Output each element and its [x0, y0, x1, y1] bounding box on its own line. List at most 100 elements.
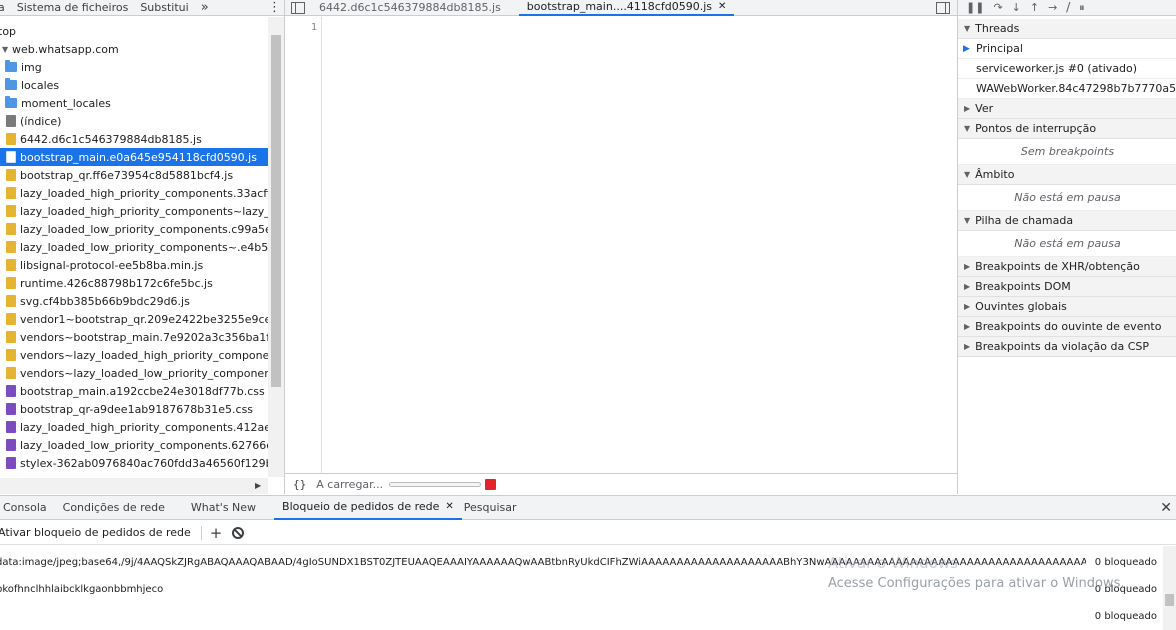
- scroll-right-icon[interactable]: ▶: [255, 481, 261, 490]
- toggle-navigator-icon[interactable]: [291, 1, 305, 14]
- tab-filesystem[interactable]: Sistema de ficheiros: [11, 1, 135, 14]
- more-tabs-icon[interactable]: »: [195, 0, 215, 15]
- pattern-scrollbar[interactable]: [1163, 546, 1176, 630]
- line-number: 1: [310, 22, 317, 33]
- tree-item-file[interactable]: bootstrap_qr-a9dee1ab9187678b31e5.css: [0, 400, 268, 418]
- chevron-down-icon: ▼: [964, 216, 971, 225]
- editor-tab[interactable]: 6442.d6c1c546379884db8185.js: [311, 0, 509, 16]
- tree-item-file[interactable]: stylex-362ab0976840ac760fdd3a46560f129b.…: [0, 454, 268, 472]
- tree-item-label: lazy_loaded_high_priority_components~laz…: [20, 204, 268, 218]
- tree-item-file[interactable]: bootstrap_main.e0a645e954118cfd0590.js: [0, 148, 268, 166]
- tree-item-file[interactable]: runtime.426c88798b172c6fe5bc.js: [0, 274, 268, 292]
- section-title: Breakpoints DOM: [975, 280, 1071, 293]
- tab-console[interactable]: Consola: [3, 496, 55, 520]
- tree-item-top[interactable]: top: [0, 22, 268, 40]
- tree-item-file[interactable]: vendor1~bootstrap_qr.209e2422be3255e9cea…: [0, 310, 268, 328]
- thread-item[interactable]: serviceworker.js #0 (ativado): [958, 59, 1176, 79]
- tree-item-file[interactable]: lazy_loaded_low_priority_components~.e4b…: [0, 238, 268, 256]
- tree-item-domain[interactable]: ▼ web.whatsapp.com: [0, 40, 268, 58]
- tree-item-label: bootstrap_main.e0a645e954118cfd0590.js: [20, 150, 257, 164]
- navigator-scrollbar[interactable]: [268, 17, 284, 477]
- tree-item-file[interactable]: vendors~lazy_loaded_low_priority_compone…: [0, 364, 268, 382]
- scrollbar-thumb[interactable]: [271, 35, 281, 387]
- tree-item-label: moment_locales: [21, 96, 111, 110]
- add-pattern-icon[interactable]: +: [210, 524, 223, 542]
- section-header[interactable]: ▼ Threads: [958, 19, 1176, 39]
- deactivate-breakpoints-icon[interactable]: ⧸: [1066, 1, 1070, 15]
- section-header[interactable]: ▼ Âmbito: [958, 165, 1176, 185]
- section-title: Breakpoints da violação da CSP: [975, 340, 1149, 353]
- tree-item-file[interactable]: svg.cf4bb385b66b9bdc29d6.js: [0, 292, 268, 310]
- section-header[interactable]: ▶ Breakpoints do ouvinte de evento: [958, 317, 1176, 337]
- navigator-menu-icon[interactable]: ⋮: [262, 0, 284, 15]
- file-icon: [6, 205, 16, 217]
- thread-item[interactable]: ▶ Principal: [958, 39, 1176, 59]
- navigator-tabbar: a Sistema de ficheiros Substitui » ⋮: [0, 0, 284, 16]
- section-header[interactable]: ▼ Pontos de interrupção: [958, 119, 1176, 139]
- pattern-row[interactable]: data:image/jpeg;base64,/9j/4AAQSkZJRgABA…: [0, 549, 1162, 576]
- tree-item-label: svg.cf4bb385b66b9bdc29d6.js: [20, 294, 190, 308]
- navigator-hscrollbar[interactable]: ▶: [0, 478, 268, 494]
- section-title: Breakpoints do ouvinte de evento: [975, 320, 1162, 333]
- tree-item-file[interactable]: vendors~lazy_loaded_high_priority_compon…: [0, 346, 268, 364]
- tree-item-file[interactable]: lazy_loaded_high_priority_components.412…: [0, 418, 268, 436]
- file-icon: [6, 133, 16, 145]
- tab-network-request-blocking[interactable]: Bloqueio de pedidos de rede ✕: [274, 496, 462, 520]
- section-title: Pontos de interrupção: [975, 122, 1097, 135]
- remove-all-patterns-icon[interactable]: [232, 526, 245, 539]
- tree-item-file[interactable]: lazy_loaded_low_priority_components.c99a…: [0, 220, 268, 238]
- tab-overrides[interactable]: Substitui: [134, 1, 194, 14]
- pattern-row[interactable]: 0 bloqueado: [0, 603, 1162, 630]
- tab-network-conditions[interactable]: Condições de rede: [55, 496, 173, 520]
- section-header[interactable]: ▶ Ver: [958, 99, 1176, 119]
- tab-search[interactable]: Pesquisar: [462, 496, 525, 520]
- editor-tab-active[interactable]: bootstrap_main....4118cfd0590.js ✕: [518, 0, 735, 16]
- pretty-print-icon[interactable]: {}: [293, 478, 306, 491]
- close-tab-icon[interactable]: ✕: [445, 501, 453, 512]
- tab-page[interactable]: a: [0, 1, 11, 14]
- stop-loading-icon[interactable]: [485, 478, 497, 490]
- tree-item-file[interactable]: bootstrap_main.a192ccbe24e3018df77b.css: [0, 382, 268, 400]
- toggle-debugger-icon[interactable]: [936, 1, 950, 14]
- file-icon: [6, 277, 16, 289]
- section-header[interactable]: ▶ Breakpoints de XHR/obtenção: [958, 257, 1176, 277]
- empty-message: Sem breakpoints: [958, 139, 1176, 165]
- windows-watermark-text: Acesse Configurações para ativar o Windo…: [828, 576, 1125, 591]
- file-icon: [6, 403, 16, 415]
- thread-item[interactable]: WAWebWorker.84c47298b7b7770a5c50...: [958, 79, 1176, 99]
- tree-item-file[interactable]: lazy_loaded_high_priority_components~laz…: [0, 202, 268, 220]
- section-header[interactable]: ▼ Pilha de chamada: [958, 211, 1176, 231]
- section-header[interactable]: ▶ Ouvintes globais: [958, 297, 1176, 317]
- section-title: Breakpoints de XHR/obtenção: [975, 260, 1140, 273]
- scrollbar-thumb[interactable]: [1165, 594, 1174, 606]
- tree-item-file[interactable]: 6442.d6c1c546379884db8185.js: [0, 130, 268, 148]
- pause-icon[interactable]: ❚❚: [966, 1, 984, 14]
- section-header[interactable]: ▶ Breakpoints da violação da CSP: [958, 337, 1176, 357]
- close-tab-icon[interactable]: ✕: [718, 1, 726, 12]
- tree-item-label: lazy_loaded_high_priority_components.33a…: [20, 186, 268, 200]
- tree-item-label: web.whatsapp.com: [12, 42, 119, 56]
- tree-item-file[interactable]: moment_locales: [0, 94, 268, 112]
- tree-item-label: lazy_loaded_high_priority_components.412…: [20, 420, 268, 434]
- pause-on-exceptions-icon[interactable]: ⏸: [1079, 1, 1085, 15]
- step-icon[interactable]: →: [1048, 1, 1057, 14]
- enable-blocking-label[interactable]: Ativar bloqueio de pedidos de rede: [0, 526, 191, 539]
- tree-item-file[interactable]: lazy_loaded_low_priority_components.6276…: [0, 436, 268, 454]
- tab-whats-new[interactable]: What's New: [183, 496, 264, 520]
- tree-item-file[interactable]: img: [0, 58, 268, 76]
- section-header[interactable]: ▶ Breakpoints DOM: [958, 277, 1176, 297]
- file-icon: [6, 457, 16, 469]
- close-drawer-icon[interactable]: ✕: [1160, 500, 1172, 516]
- tree-item-file[interactable]: locales: [0, 76, 268, 94]
- expand-chevron-icon[interactable]: ▼: [2, 45, 12, 54]
- step-into-icon[interactable]: ↓: [1012, 1, 1021, 14]
- tree-item-file[interactable]: bootstrap_qr.ff6e73954c8d5881bcf4.js: [0, 166, 268, 184]
- tree-item-file[interactable]: lazy_loaded_high_priority_components.33a…: [0, 184, 268, 202]
- tree-item-label: vendors~lazy_loaded_high_priority_compon…: [20, 348, 268, 362]
- chevron-down-icon: ▼: [964, 124, 971, 133]
- tree-item-file[interactable]: libsignal-protocol-ee5b8ba.min.js: [0, 256, 268, 274]
- tree-item-file[interactable]: (índice): [0, 112, 268, 130]
- step-over-icon[interactable]: ↷: [993, 1, 1002, 14]
- tree-item-file[interactable]: vendors~bootstrap_main.7e9202a3c356ba1f8…: [0, 328, 268, 346]
- step-out-icon[interactable]: ↑: [1030, 1, 1039, 14]
